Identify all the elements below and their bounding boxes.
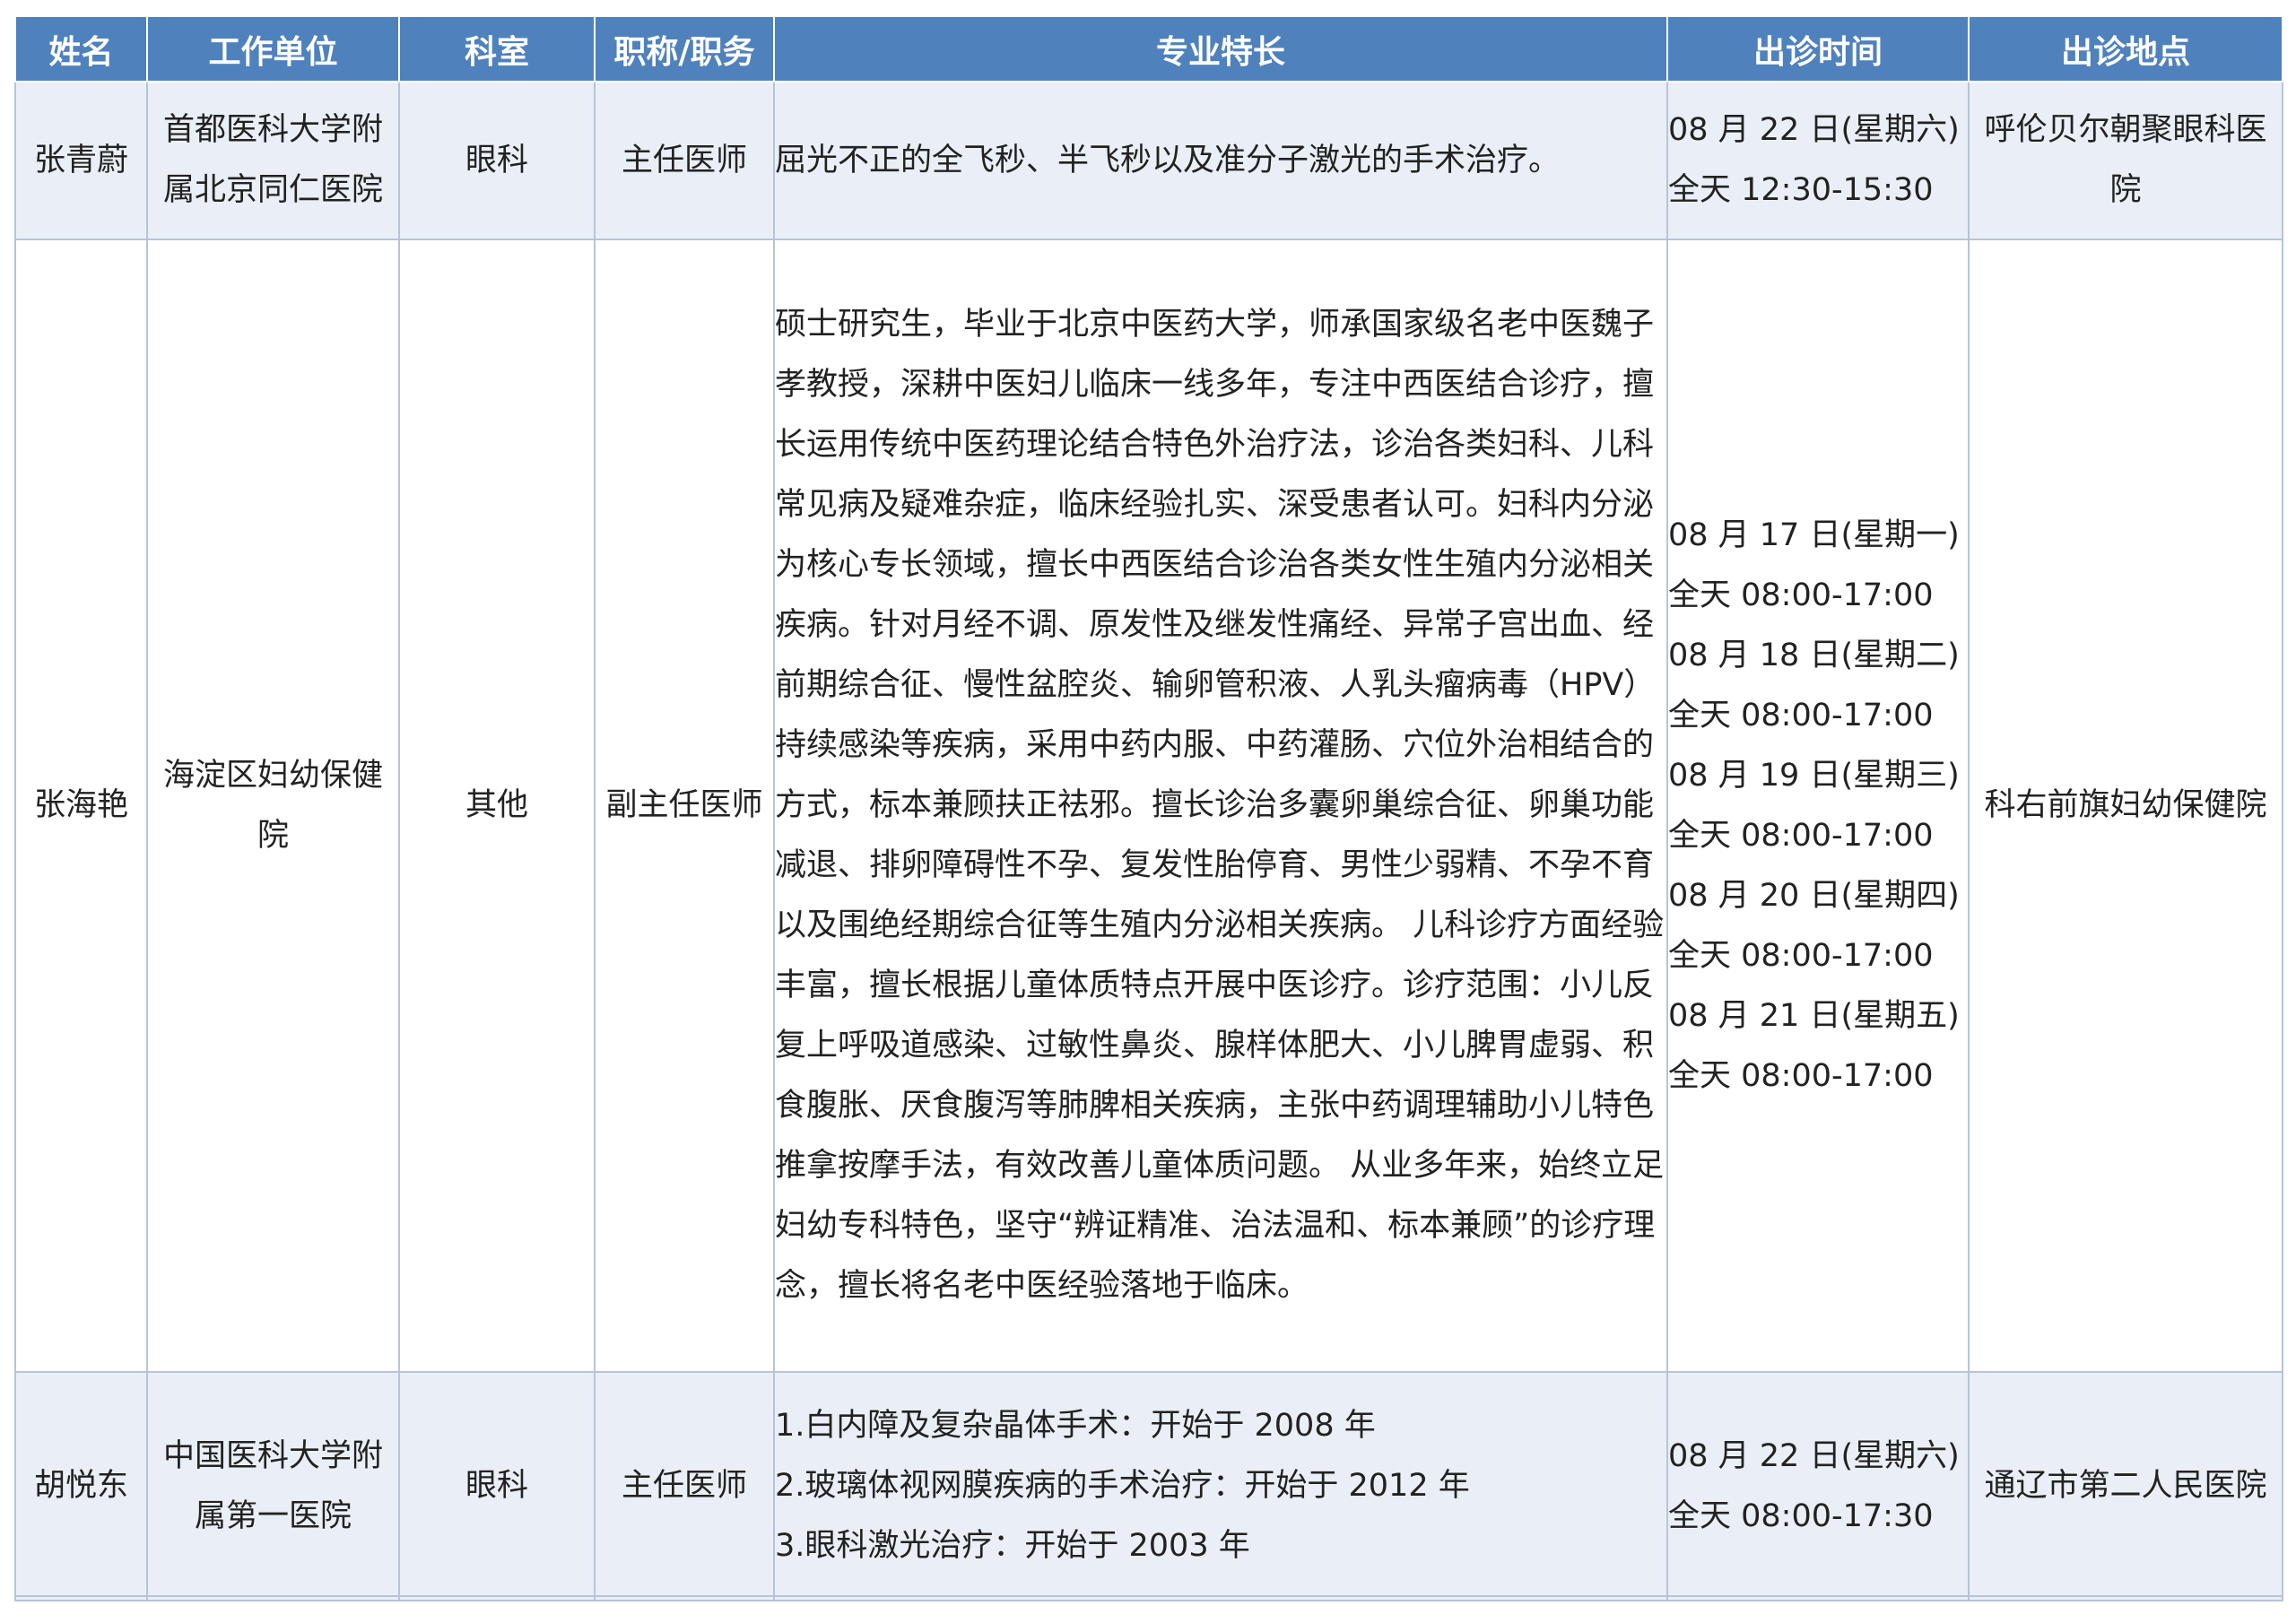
header-name: 姓名 — [14, 15, 148, 82]
header-specialty: 专业特长 — [773, 15, 1668, 82]
clinic-time-line: 08 月 20 日(星期四) — [1668, 877, 1960, 914]
specialty: 1.白内障及复杂晶体手术：开始于 2008 年 2.玻璃体视网膜疾病的手术治疗：… — [773, 1371, 1668, 1601]
specialty: 屈光不正的全飞秒、半飞秒以及准分子激光的手术治疗。 — [773, 81, 1668, 240]
specialty: 硕士研究生，毕业于北京中医药大学，师承国家级名老中医魏子孝教授，深耕中医妇儿临床… — [773, 239, 1668, 1373]
specialty-item: 3.眼科激光治疗：开始于 2003 年 — [775, 1528, 1250, 1564]
clinic-time-line: 全天 08:00-17:00 — [1668, 1057, 1934, 1094]
clinic-time-line: 全天 12:30-15:30 — [1668, 172, 1934, 208]
table-row: 张青蔚 首都医科大学附属北京同仁医院 眼科 主任医师 屈光不正的全飞秒、半飞秒以… — [14, 81, 2283, 240]
work-unit: 海淀区妇幼保健院 — [146, 239, 400, 1373]
clinic-time-line: 全天 08:00-17:00 — [1668, 577, 1934, 613]
clinic-location: 通辽市第二人民医院 — [1968, 1371, 2283, 1601]
department: 眼科 — [398, 1371, 596, 1601]
clinic-time-line: 08 月 19 日(星期三) — [1668, 757, 1960, 794]
clinic-time-line: 全天 08:00-17:00 — [1668, 937, 1934, 974]
job-title: 副主任医师 — [594, 239, 775, 1373]
table-bottom-rule — [14, 1595, 2282, 1597]
department: 其他 — [398, 239, 596, 1373]
table-row: 胡悦东 中国医科大学附属第一医院 眼科 主任医师 1.白内障及复杂晶体手术：开始… — [14, 1371, 2283, 1601]
clinic-time-line: 全天 08:00-17:30 — [1668, 1497, 1934, 1534]
clinic-time: 08 月 22 日(星期六) 全天 08:00-17:30 — [1666, 1371, 1970, 1601]
clinic-time-line: 08 月 18 日(星期二) — [1668, 637, 1960, 673]
header-department: 科室 — [398, 15, 596, 82]
job-title: 主任医师 — [594, 81, 775, 240]
clinic-time-line: 08 月 21 日(星期五) — [1668, 997, 1960, 1034]
header-title: 职称/职务 — [594, 15, 775, 82]
clinic-time-line: 08 月 22 日(星期六) — [1668, 112, 1960, 148]
job-title: 主任医师 — [594, 1371, 775, 1601]
department: 眼科 — [398, 81, 596, 240]
clinic-time-line: 08 月 17 日(星期一) — [1668, 516, 1960, 553]
clinic-schedule-table: 姓名 工作单位 科室 职称/职务 专业特长 出诊时间 出诊地点 张青蔚 首都医科… — [14, 15, 2283, 1601]
header-row: 姓名 工作单位 科室 职称/职务 专业特长 出诊时间 出诊地点 — [14, 15, 2283, 82]
clinic-location: 科右前旗妇幼保健院 — [1968, 239, 2283, 1373]
doctor-name: 张青蔚 — [14, 81, 148, 240]
header-time: 出诊时间 — [1666, 15, 1970, 82]
doctor-name: 张海艳 — [14, 239, 148, 1373]
clinic-time-line: 08 月 22 日(星期六) — [1668, 1437, 1960, 1474]
specialty-item: 1.白内障及复杂晶体手术：开始于 2008 年 — [775, 1408, 1376, 1444]
work-unit: 首都医科大学附属北京同仁医院 — [146, 81, 400, 240]
clinic-time-line: 全天 08:00-17:00 — [1668, 697, 1934, 733]
clinic-time-line: 全天 08:00-17:00 — [1668, 817, 1934, 854]
clinic-location: 呼伦贝尔朝聚眼科医院 — [1968, 81, 2283, 240]
table-row: 张海艳 海淀区妇幼保健院 其他 副主任医师 硕士研究生，毕业于北京中医药大学，师… — [14, 239, 2283, 1373]
clinic-time: 08 月 22 日(星期六) 全天 12:30-15:30 — [1666, 81, 1970, 240]
header-location: 出诊地点 — [1968, 15, 2283, 82]
clinic-time: 08 月 17 日(星期一) 全天 08:00-17:00 08 月 18 日(… — [1666, 239, 1970, 1373]
work-unit: 中国医科大学附属第一医院 — [146, 1371, 400, 1601]
doctor-name: 胡悦东 — [14, 1371, 148, 1601]
header-unit: 工作单位 — [146, 15, 400, 82]
specialty-item: 2.玻璃体视网膜疾病的手术治疗：开始于 2012 年 — [775, 1468, 1470, 1504]
